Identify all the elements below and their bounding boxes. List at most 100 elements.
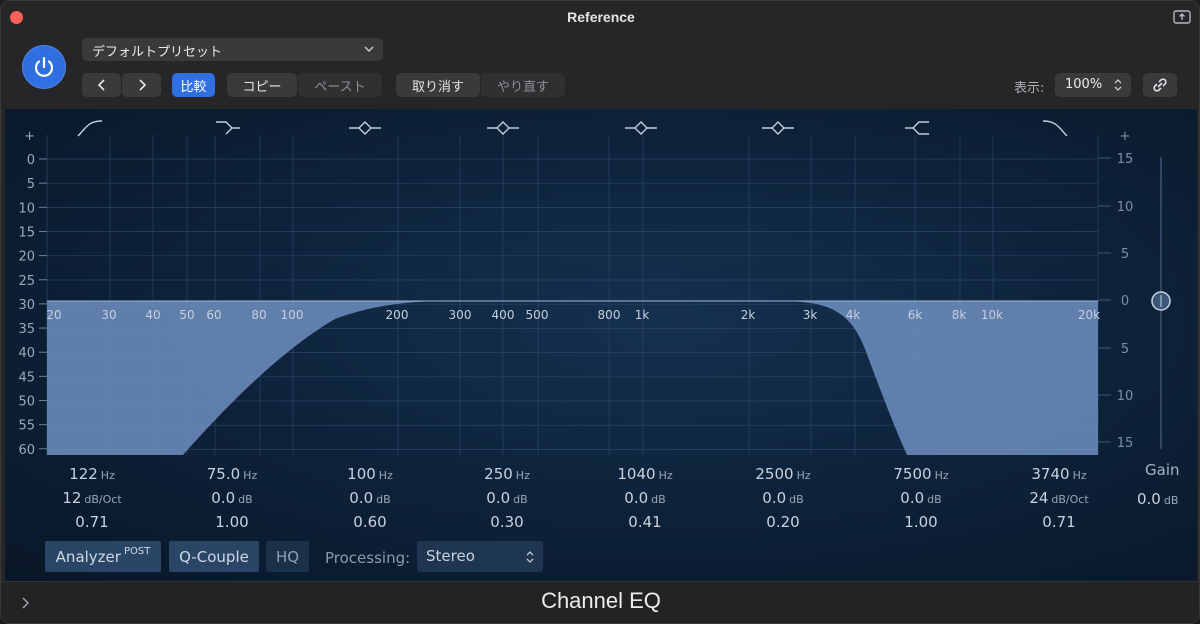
frequency-label: 6k xyxy=(908,308,923,322)
band-q[interactable]: 0.71 xyxy=(999,513,1119,531)
band-q[interactable]: 0.41 xyxy=(585,513,705,531)
band-frequency-unit: Hz xyxy=(100,469,115,482)
link-icon xyxy=(1153,78,1167,92)
stepper-icon xyxy=(1114,79,1122,91)
footer-bar: Channel EQ xyxy=(1,581,1199,623)
band-gain[interactable]: 0.0 dB xyxy=(723,489,843,507)
master-gain-value[interactable]: 0.0 dB xyxy=(1137,490,1178,508)
band-7-values: 7500 Hz 0.0 dB 1.00 xyxy=(861,465,981,531)
analyzer-button[interactable]: Analyzer POST xyxy=(45,541,161,572)
right-scale-label: 5 xyxy=(1121,247,1129,262)
band-q[interactable]: 1.00 xyxy=(172,513,292,531)
master-gain-number: 0.0 xyxy=(1137,490,1161,508)
frequency-label: 300 xyxy=(449,308,472,322)
right-scale-label: 0 xyxy=(1121,294,1129,309)
left-scale-label: 60 xyxy=(18,443,35,458)
high-shelf-icon[interactable] xyxy=(905,121,929,135)
band-gain-unit: dB xyxy=(789,493,804,506)
undo-button[interactable]: 取り消す xyxy=(396,73,480,97)
band-frequency[interactable]: 2500 Hz xyxy=(723,465,843,483)
band-frequency-value: 2500 xyxy=(755,465,794,483)
band-frequency[interactable]: 3740 Hz xyxy=(999,465,1119,483)
band-frequency[interactable]: 122 Hz xyxy=(32,465,152,483)
bell-icon[interactable] xyxy=(625,121,657,135)
band-gain[interactable]: 0.0 dB xyxy=(447,489,567,507)
band-6-values: 2500 Hz 0.0 dB 0.20 xyxy=(723,465,843,531)
title-bar: Reference xyxy=(1,1,1199,35)
band-gain[interactable]: 0.0 dB xyxy=(861,489,981,507)
share-icon[interactable] xyxy=(1173,9,1191,25)
band-frequency[interactable]: 250 Hz xyxy=(447,465,567,483)
left-scale-label: 50 xyxy=(18,395,35,410)
window-title: Reference xyxy=(567,9,635,25)
left-scale-label: 30 xyxy=(18,298,35,313)
gain-slider-knob[interactable] xyxy=(1151,291,1171,311)
band-frequency[interactable]: 7500 Hz xyxy=(861,465,981,483)
low-cut-icon[interactable] xyxy=(77,120,103,137)
hq-button[interactable]: HQ xyxy=(266,541,309,572)
left-scale-label: 5 xyxy=(27,177,35,192)
band-q[interactable]: 0.60 xyxy=(310,513,430,531)
bell-icon[interactable] xyxy=(487,121,519,135)
band-q[interactable]: 0.30 xyxy=(447,513,567,531)
next-preset-button[interactable] xyxy=(122,73,161,97)
band-frequency[interactable]: 75.0 Hz xyxy=(172,465,292,483)
previous-preset-button[interactable] xyxy=(82,73,121,97)
band-gain[interactable]: 0.0 dB xyxy=(585,489,705,507)
compare-button[interactable]: 比較 xyxy=(172,73,215,97)
frequency-label: 20k xyxy=(1078,308,1100,322)
band-q[interactable]: 0.20 xyxy=(723,513,843,531)
left-scale-label: 25 xyxy=(18,274,35,289)
stepper-icon xyxy=(526,551,534,563)
band-gain-value: 0.0 xyxy=(349,489,374,507)
band-gain[interactable]: 0.0 dB xyxy=(310,489,430,507)
processing-dropdown[interactable]: Stereo xyxy=(417,541,543,572)
q-couple-button[interactable]: Q-Couple xyxy=(169,541,259,572)
frequency-label: 1k xyxy=(635,308,650,322)
redo-button[interactable]: やり直す xyxy=(481,73,565,97)
band-frequency[interactable]: 1040 Hz xyxy=(585,465,705,483)
preset-dropdown[interactable]: デフォルトプリセット xyxy=(82,38,383,61)
band-frequency-unit: Hz xyxy=(658,469,673,482)
paste-button[interactable]: ペースト xyxy=(298,73,382,97)
frequency-label: 400 xyxy=(492,308,515,322)
power-button[interactable] xyxy=(22,45,66,89)
frequency-label: 20 xyxy=(46,308,61,322)
band-gain-unit: dB xyxy=(238,493,253,506)
band-frequency-unit: Hz xyxy=(934,469,949,482)
band-gain-value: 0.0 xyxy=(624,489,649,507)
frequency-label: 80 xyxy=(251,308,266,322)
frequency-label: 30 xyxy=(101,308,116,322)
bell-icon[interactable] xyxy=(762,121,794,135)
band-gain[interactable]: 12 dB/Oct xyxy=(32,489,152,507)
master-gain-unit: dB xyxy=(1163,494,1179,507)
master-gain-label: Gain xyxy=(1145,461,1180,479)
band-gain-value: 12 xyxy=(62,489,82,507)
zoom-dropdown[interactable]: 100% xyxy=(1055,73,1131,97)
left-db-scale: +0 5 10 15 20 25 30 35 40 45 50 55 60 xyxy=(18,129,47,458)
preset-value: デフォルトプリセット xyxy=(92,45,223,60)
band-gain-unit: dB xyxy=(376,493,391,506)
link-button[interactable] xyxy=(1143,73,1177,97)
band-gain[interactable]: 0.0 dB xyxy=(172,489,292,507)
frequency-label: 10k xyxy=(981,308,1003,322)
high-cut-icon[interactable] xyxy=(1042,120,1068,137)
band-gain-unit: dB/Oct xyxy=(1051,493,1089,506)
power-icon xyxy=(34,56,54,77)
band-frequency[interactable]: 100 Hz xyxy=(310,465,430,483)
copy-button[interactable]: コピー xyxy=(227,73,297,97)
band-q[interactable]: 0.71 xyxy=(32,513,152,531)
eq-curve[interactable] xyxy=(47,301,1098,455)
bell-icon[interactable] xyxy=(349,121,381,135)
low-shelf-icon[interactable] xyxy=(216,121,240,135)
band-4-values: 250 Hz 0.0 dB 0.30 xyxy=(447,465,567,531)
band-gain[interactable]: 24 dB/Oct xyxy=(999,489,1119,507)
band-frequency-value: 1040 xyxy=(617,465,656,483)
band-8-values: 3740 Hz 24 dB/Oct 0.71 xyxy=(999,465,1119,531)
band-gain-value: 0.0 xyxy=(211,489,236,507)
plugin-name: Channel EQ xyxy=(541,588,661,613)
band-icons xyxy=(77,120,1068,137)
eq-graph[interactable]: +051015202530354045505560 +15105051015 2… xyxy=(5,109,1197,459)
right-gain-scale: +15 10 5 0 5 10 15 xyxy=(1098,129,1133,451)
band-q[interactable]: 1.00 xyxy=(861,513,981,531)
